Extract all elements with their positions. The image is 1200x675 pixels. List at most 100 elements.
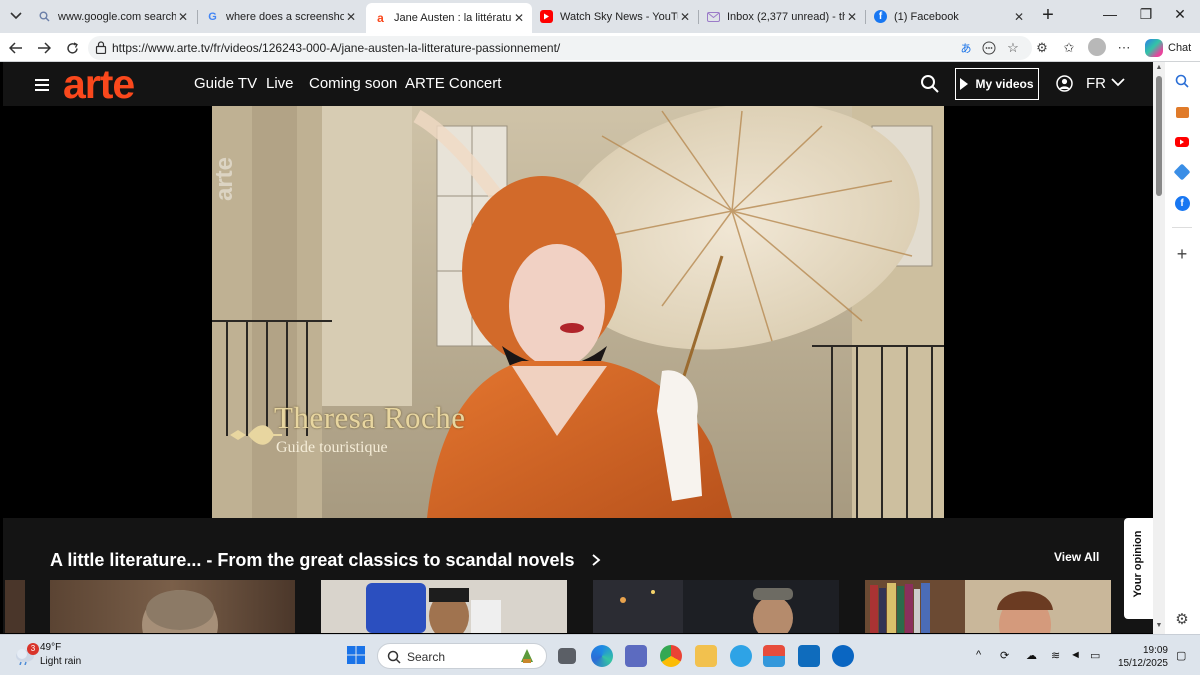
outlook-icon[interactable]	[798, 645, 820, 667]
video-player[interactable]: arte Theresa Roche Guide touristique	[212, 106, 944, 518]
file-explorer-icon[interactable]	[695, 645, 717, 667]
view-all-link[interactable]: View All	[1054, 550, 1099, 564]
browser-sidebar: f + ⚙	[1165, 62, 1200, 634]
battery-icon[interactable]: ▭	[1090, 649, 1100, 662]
chevron-down-icon[interactable]	[1111, 77, 1125, 87]
facebook-icon[interactable]: f	[1173, 194, 1191, 212]
video-thumbnail[interactable]	[593, 580, 839, 633]
settings-gear-icon[interactable]: ⚙	[1173, 610, 1191, 628]
profile-avatar[interactable]	[1088, 38, 1106, 56]
reading-icon[interactable]	[979, 38, 999, 58]
favorites-icon[interactable]: ✩	[1059, 38, 1079, 58]
task-view-icon[interactable]	[558, 648, 576, 664]
scroll-down-icon[interactable]: ▼	[1155, 622, 1163, 630]
url-bar[interactable]: https://www.arte.tv/fr/videos/126243-000…	[88, 36, 1032, 60]
close-icon[interactable]: ✕	[512, 11, 526, 25]
tab-actions-button[interactable]	[4, 5, 28, 27]
back-button[interactable]	[5, 37, 27, 59]
screen: www.google.com search uk - ✕ G where doe…	[0, 0, 1200, 675]
weather-temp: 49°F	[40, 642, 62, 653]
chevron-down-icon	[10, 12, 22, 20]
start-button[interactable]	[346, 645, 368, 667]
close-icon[interactable]: ✕	[678, 10, 692, 24]
video-thumbnail[interactable]	[865, 580, 1111, 633]
sync-icon[interactable]: ⟳	[1000, 649, 1009, 662]
clock-time: 19:09	[1142, 645, 1168, 656]
user-account-icon[interactable]	[1056, 75, 1073, 92]
weather-widget[interactable]: 3 49°F Light rain	[14, 642, 104, 669]
page-scrollbar[interactable]: ▲ ▼	[1153, 62, 1165, 634]
scroll-up-icon[interactable]: ▲	[1155, 64, 1163, 72]
arrow-right-icon	[38, 42, 51, 54]
translate-icon[interactable]: あ	[956, 38, 976, 58]
arte-header: arte Guide TV Live Coming soon ARTE Conc…	[3, 62, 1153, 106]
tab-sky-news[interactable]: Watch Sky News - YouTube ✕	[532, 4, 698, 29]
tab-google-search[interactable]: www.google.com search uk - ✕	[30, 4, 196, 29]
nav-arte-concert[interactable]: ARTE Concert	[405, 75, 501, 92]
tag-icon[interactable]	[1173, 163, 1191, 181]
chrome-icon[interactable]	[660, 645, 682, 667]
cloud-icon[interactable]: ☁	[1026, 649, 1037, 662]
nav-coming-soon[interactable]: Coming soon	[309, 75, 397, 92]
section-title[interactable]: A little literature... - From the great …	[50, 550, 602, 571]
add-icon[interactable]: +	[1173, 244, 1191, 264]
search-icon	[387, 650, 401, 664]
shopping-bag-icon[interactable]	[1173, 103, 1191, 121]
wifi-icon[interactable]: ≋	[1051, 649, 1060, 662]
system-clock[interactable]: 19:09 15/12/2025	[1112, 644, 1168, 670]
arrow-left-icon	[9, 42, 22, 54]
search-icon	[38, 10, 51, 23]
my-videos-button[interactable]: My videos	[955, 68, 1039, 100]
teams-icon[interactable]	[625, 645, 647, 667]
copilot-chat-button[interactable]: Chat	[1145, 37, 1191, 59]
window-close-button[interactable]: ✕	[1160, 6, 1200, 23]
arte-watermark: arte	[212, 157, 238, 201]
refresh-button[interactable]	[61, 37, 83, 59]
notification-icon[interactable]: ▢	[1176, 649, 1186, 662]
favorite-star-icon[interactable]: ☆	[1003, 38, 1023, 58]
arte-logo[interactable]: arte	[63, 62, 135, 106]
scrollbar-thumb[interactable]	[1156, 76, 1162, 196]
feedback-tab[interactable]: Your opinion	[1124, 518, 1153, 619]
youtube-icon[interactable]	[1173, 133, 1191, 151]
edge-browser-icon[interactable]	[591, 645, 613, 667]
tab-screenshot-search[interactable]: G where does a screenshot go - ✕	[198, 4, 364, 29]
video-thumbnail[interactable]	[50, 580, 295, 633]
arte-icon: a	[377, 11, 384, 25]
store-icon[interactable]	[763, 645, 785, 667]
address-toolbar: https://www.arte.tv/fr/videos/126243-000…	[0, 33, 1200, 62]
extensions-icon[interactable]: ⚙	[1032, 38, 1052, 58]
minimize-button[interactable]: —	[1090, 6, 1130, 22]
hp-icon[interactable]	[832, 645, 854, 667]
video-thumbnail[interactable]	[321, 580, 567, 633]
new-tab-button[interactable]: +	[1037, 5, 1059, 27]
nav-guide-tv[interactable]: Guide TV	[194, 75, 257, 92]
search-icon[interactable]	[920, 74, 940, 94]
forward-button[interactable]	[33, 37, 55, 59]
close-icon[interactable]: ✕	[1012, 10, 1026, 24]
lock-icon[interactable]	[95, 41, 107, 54]
youtube-icon	[540, 10, 553, 23]
tab-arte-jane-austen[interactable]: a Jane Austen : la littérature, pa ✕	[366, 3, 532, 33]
search-icon[interactable]	[1173, 72, 1191, 90]
chevron-right-icon	[591, 554, 600, 566]
chevron-up-icon[interactable]: ^	[976, 649, 981, 661]
tab-title: (1) Facebook	[894, 10, 959, 23]
url-text[interactable]: https://www.arte.tv/fr/videos/126243-000…	[112, 41, 560, 55]
video-thumbnail[interactable]	[5, 580, 25, 633]
language-selector[interactable]: FR	[1086, 75, 1106, 92]
hamburger-menu-icon[interactable]	[35, 79, 49, 91]
close-icon[interactable]: ✕	[176, 10, 190, 24]
tab-inbox[interactable]: Inbox (2,377 unread) - theres ✕	[699, 4, 865, 29]
section-title-text: A little literature... - From the great …	[50, 550, 575, 570]
facebook-icon: f	[874, 10, 887, 23]
close-icon[interactable]: ✕	[344, 10, 358, 24]
nav-live[interactable]: Live	[266, 75, 294, 92]
search-highlight-icon	[518, 647, 536, 665]
close-icon[interactable]: ✕	[845, 10, 859, 24]
more-menu-icon[interactable]: ⋯	[1114, 38, 1134, 58]
volume-icon[interactable]: ◄	[1070, 649, 1081, 661]
taskbar-search[interactable]: Search	[377, 643, 547, 669]
tab-facebook[interactable]: f (1) Facebook ✕	[866, 4, 1032, 29]
help-icon[interactable]	[730, 645, 752, 667]
